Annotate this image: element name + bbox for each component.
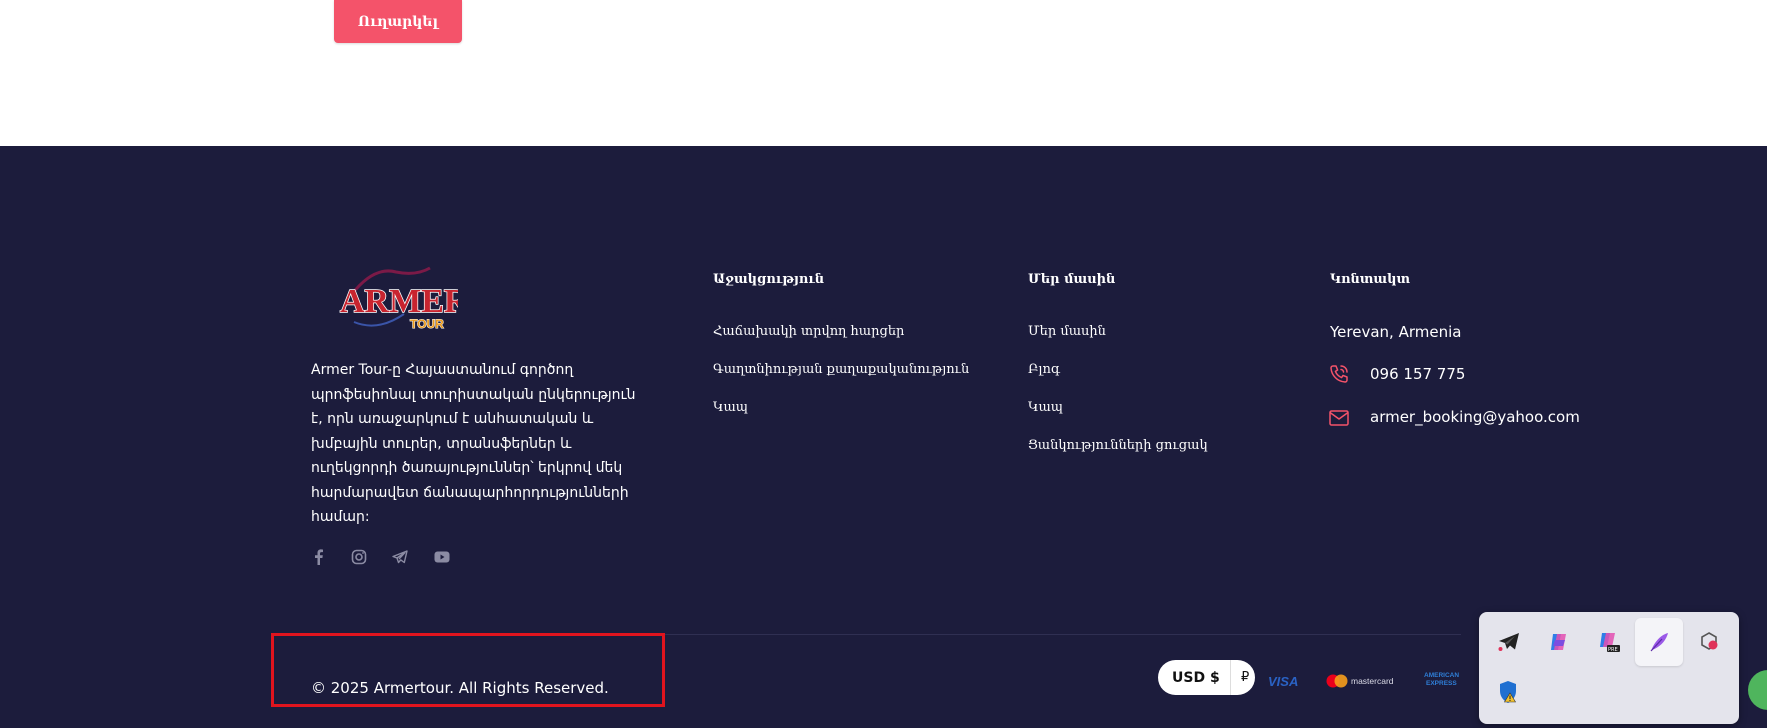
highlight-box	[271, 633, 665, 707]
wishlist-link[interactable]: Ցանկությունների ցուցակ	[1028, 438, 1208, 453]
about-us-title: Մեր մասին	[1028, 272, 1116, 287]
contact-link[interactable]: Կապ	[713, 400, 748, 415]
armer-tour-logo[interactable]: ARMER TOUR	[334, 264, 458, 334]
contact-link-2[interactable]: Կապ	[1028, 400, 1063, 415]
instagram-icon[interactable]	[349, 547, 369, 567]
blog-link[interactable]: Բլոգ	[1028, 362, 1060, 377]
address-text: Yerevan, Armenia	[1330, 323, 1462, 341]
svg-text:PRE: PRE	[1608, 647, 1618, 653]
security-warning-icon[interactable]	[1485, 668, 1533, 716]
copilot-preview-icon[interactable]: PRE	[1585, 618, 1633, 666]
amex-line2: EXPRESS	[1426, 680, 1457, 687]
currency-usd[interactable]: USD $	[1158, 670, 1230, 686]
faq-link[interactable]: Հաճախակի տրվող հարցեր	[713, 324, 904, 339]
phone-number[interactable]: 096 157 775	[1370, 365, 1465, 383]
logo-title: ARMER	[340, 283, 458, 320]
support-title: Աջակցություն	[713, 272, 825, 287]
app-icon[interactable]	[1685, 618, 1733, 666]
about-us-link[interactable]: Մեր մասին	[1028, 324, 1106, 339]
contacts-title: Կոնտակտ	[1330, 272, 1410, 287]
logo-subtitle: TOUR	[410, 317, 444, 331]
youtube-icon[interactable]	[432, 547, 452, 567]
mastercard-text: mastercard	[1351, 676, 1394, 686]
about-text: Armer Tour-ը Հայաստանում գործող պրոֆեսիո…	[311, 362, 636, 525]
visa-text: VISA	[1268, 674, 1298, 689]
amex-logo: AMERICAN EXPRESS	[1424, 672, 1459, 687]
copilot-icon[interactable]	[1535, 618, 1583, 666]
privacy-policy-link[interactable]: Գաղտնիության քաղաքականություն	[713, 362, 969, 377]
mastercard-logo: mastercard	[1326, 674, 1394, 688]
submit-button[interactable]: Ուղարկել	[334, 0, 462, 43]
feather-icon[interactable]	[1635, 618, 1683, 666]
facebook-icon[interactable]	[308, 547, 328, 567]
telegram-tray-icon[interactable]	[1485, 618, 1533, 666]
form-section: Ուղարկել	[0, 0, 1767, 146]
email-address[interactable]: armer_booking@yahoo.com	[1370, 408, 1580, 426]
telegram-icon[interactable]	[390, 547, 410, 567]
currency-selector[interactable]: USD $ ₽	[1158, 660, 1255, 695]
amex-line1: AMERICAN	[1424, 672, 1459, 679]
visa-logo: VISA	[1268, 674, 1298, 689]
system-tray-overflow: PRE	[1479, 612, 1739, 724]
currency-rub[interactable]: ₽	[1231, 670, 1249, 685]
email-icon	[1329, 410, 1349, 426]
phone-icon	[1330, 365, 1348, 383]
